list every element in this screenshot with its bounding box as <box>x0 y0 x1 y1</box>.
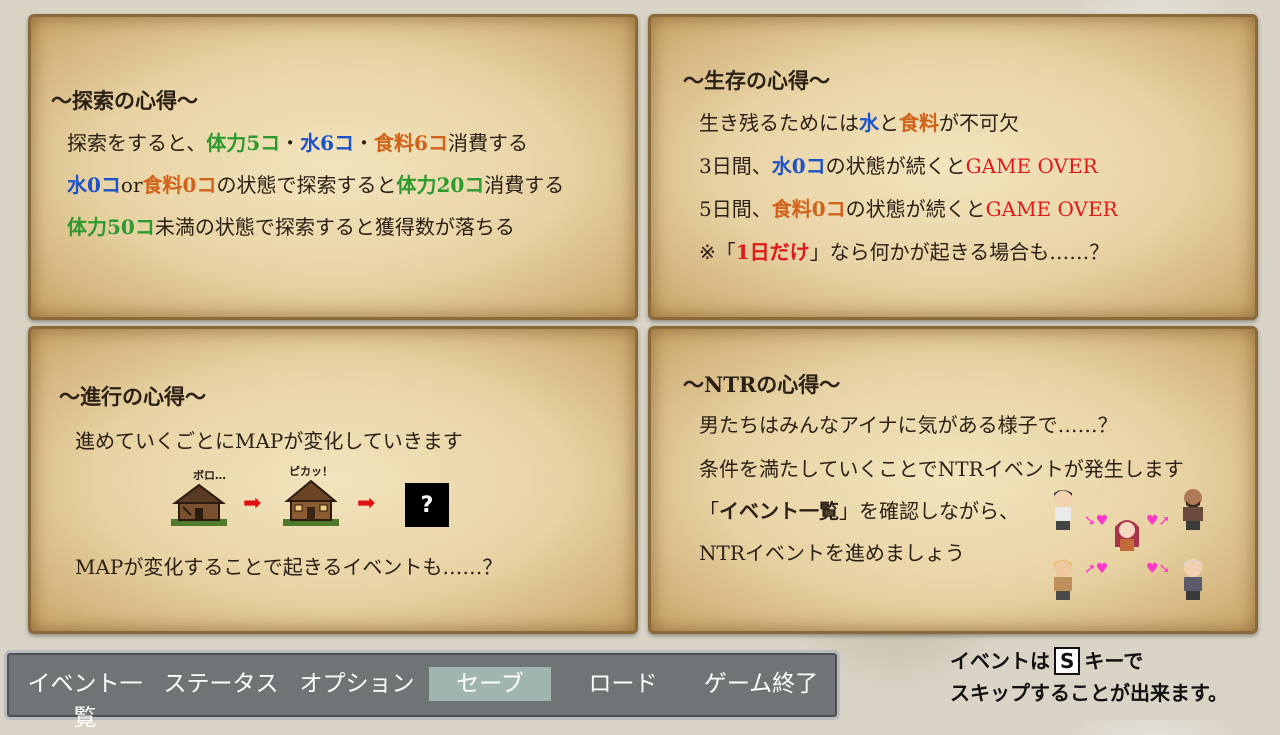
panel-title: 〜探索の心得〜 <box>51 88 198 113</box>
panel-progress: 〜進行の心得〜 進めていくごとにMAPが変化していきます ボロ… ➡ ピカッ！ … <box>28 326 638 634</box>
heart-arrow-icon: ➘♥ <box>1084 513 1109 529</box>
aina-sprite <box>1115 520 1139 560</box>
text: キーで <box>1084 649 1144 673</box>
menu-options[interactable]: オプション <box>293 667 421 701</box>
text: 」を確認しながら、 <box>839 499 1019 523</box>
text: イベントは <box>950 649 1050 673</box>
ntr-rule-1: 男たちはみんなアイナに気がある様子で……？ <box>699 413 1118 437</box>
arrow-right-icon: ➡ <box>243 491 262 516</box>
text: or <box>120 173 143 197</box>
text: の状態で探索すると <box>216 173 397 197</box>
progress-rule-2: MAPが変化することで起きるイベントも……？ <box>75 555 503 579</box>
ruined-house-icon <box>171 483 227 526</box>
ntr-rule-3: 「イベント一覧」を確認しながら、 <box>699 495 1019 524</box>
arrow-right-icon: ➡ <box>357 491 376 516</box>
food-cost: 食料6コ <box>374 131 448 155</box>
skip-hint-line-1: イベントは S キーで <box>950 645 1228 677</box>
text: 探索をすると、 <box>67 131 207 155</box>
water-zero: 水0コ <box>771 154 826 178</box>
panel-survival: 〜生存の心得〜 生き残るためには水と食料が不可欠 3日間、水0コの状態が続くとG… <box>648 14 1258 320</box>
text: と <box>879 111 899 135</box>
stamina-cost: 体力5コ <box>206 131 281 155</box>
menu-quit-game[interactable]: ゲーム終了 <box>697 667 825 701</box>
man-dark-hair-sprite <box>1054 489 1072 530</box>
food-zero: 食料0コ <box>142 173 217 197</box>
one-day-only: 1日だけ <box>735 240 810 264</box>
mystery-map-box: ? <box>405 483 449 527</box>
survival-rule-2: 3日間、水0コの状態が続くとGAME OVER <box>699 150 1098 179</box>
separator: ・ <box>354 131 375 155</box>
character-relation-diagram: ➘♥ ♥➚ ➚♥ ♥➘ <box>1046 487 1216 612</box>
text: 生き残るためには <box>699 111 859 135</box>
text: 消費する <box>447 131 528 155</box>
game-over-text: GAME OVER <box>985 197 1118 221</box>
text: の状態が続くと <box>825 154 966 178</box>
ntr-rule-2: 条件を満たしていくことでNTRイベントが発生します <box>699 457 1184 481</box>
progress-rule-1: 進めていくごとにMAPが変化していきます <box>75 429 463 453</box>
text: 5日間、 <box>699 197 772 221</box>
heart-arrow-icon: ♥➘ <box>1146 561 1171 577</box>
survival-rule-4: ※「1日だけ」なら何かが起きる場合も……？ <box>699 236 1109 265</box>
event-list-ref: イベント一覧 <box>719 499 839 523</box>
explore-rule-1: 探索をすると、体力5コ・水6コ・食料6コ消費する <box>67 127 528 156</box>
menu-status[interactable]: ステータス <box>157 667 285 701</box>
food-zero: 食料0コ <box>771 197 846 221</box>
s-key-icon: S <box>1054 647 1081 675</box>
explore-rule-3: 体力50コ未満の状態で探索すると獲得数が落ちる <box>67 211 515 240</box>
menu-save[interactable]: セーブ <box>429 667 551 701</box>
text: が不可欠 <box>939 111 1019 135</box>
water-cost: 水6コ <box>300 131 355 155</box>
repaired-house-icon <box>283 479 339 526</box>
survival-rule-3: 5日間、食料0コの状態が続くとGAME OVER <box>699 193 1118 222</box>
heart-arrow-icon: ➚♥ <box>1084 561 1109 577</box>
game-over-text: GAME OVER <box>965 154 1098 178</box>
man-bearded-sprite <box>1183 489 1203 530</box>
food-word: 食料 <box>899 111 939 135</box>
water-word: 水 <box>859 111 879 135</box>
text: 3日間、 <box>699 154 772 178</box>
ntr-rule-4: NTRイベントを進めましょう <box>699 541 965 565</box>
text: ※「 <box>699 240 736 264</box>
text: 」なら何かが起きる場合も……？ <box>809 240 1110 264</box>
man-grey-hair-sprite <box>1184 559 1202 600</box>
text: の状態が続くと <box>845 197 986 221</box>
survival-rule-1: 生き残るためには水と食料が不可欠 <box>699 107 1019 136</box>
skip-hint-line-2: スキップすることが出来ます。 <box>950 681 1228 705</box>
panel-ntr: 〜NTRの心得〜 男たちはみんなアイナに気がある様子で……？ 条件を満たしていく… <box>648 326 1258 634</box>
skip-hint: イベントは S キーで スキップすることが出来ます。 <box>950 645 1228 709</box>
menu-event-list[interactable]: イベント一覧 <box>21 667 149 731</box>
explore-rule-2: 水0コor食料0コの状態で探索すると体力20コ消費する <box>67 169 564 198</box>
text: 未満の状態で探索すると獲得数が落ちる <box>154 215 515 239</box>
menu-load[interactable]: ロード <box>559 667 687 701</box>
main-menu-bar: イベント一覧 ステータス オプション セーブ ロード ゲーム終了 <box>4 650 840 731</box>
panel-exploration: 〜探索の心得〜 探索をすると、体力5コ・水6コ・食料6コ消費する 水0コor食料… <box>28 14 638 320</box>
water-zero: 水0コ <box>67 173 121 197</box>
panel-title: 〜進行の心得〜 <box>59 384 206 409</box>
separator: ・ <box>280 131 301 155</box>
stamina-cost: 体力20コ <box>396 173 485 197</box>
text: 消費する <box>484 173 565 197</box>
panel-title: 〜生存の心得〜 <box>683 68 830 93</box>
heart-arrow-icon: ♥➚ <box>1146 513 1171 529</box>
stamina-threshold: 体力50コ <box>67 215 155 239</box>
man-blond-sprite <box>1054 559 1072 600</box>
text: 「 <box>699 499 719 523</box>
panel-title: 〜NTRの心得〜 <box>683 372 841 397</box>
